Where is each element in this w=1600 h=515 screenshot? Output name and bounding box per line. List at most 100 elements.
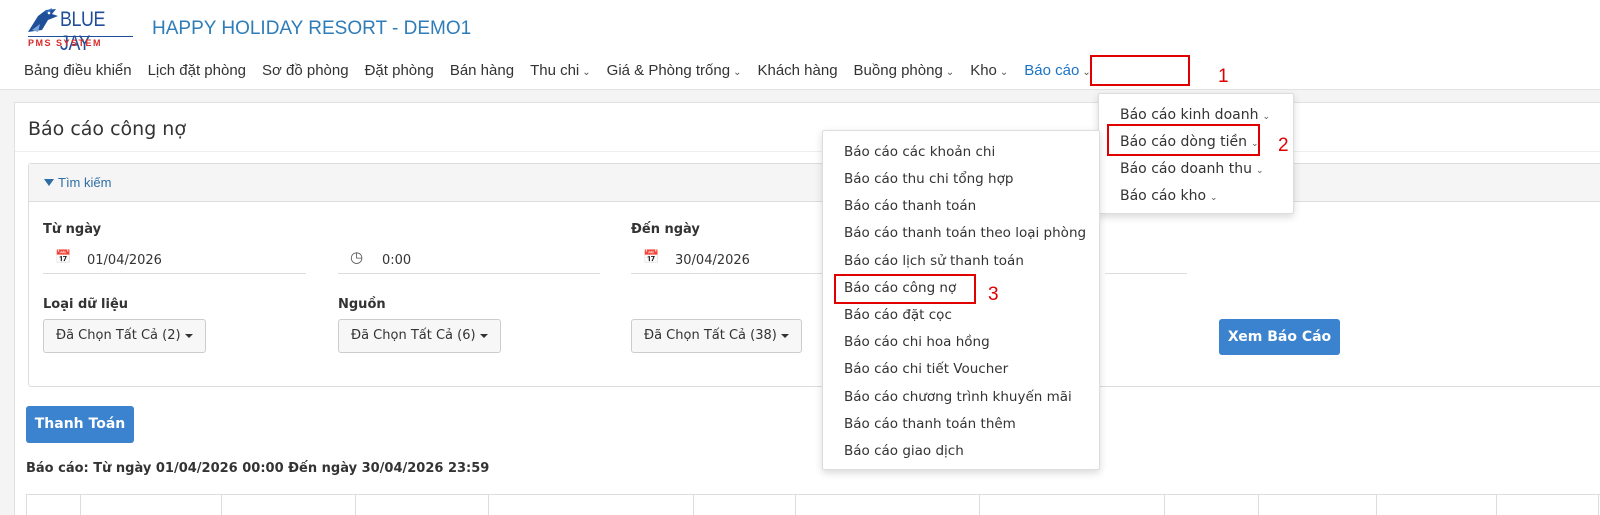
- nav-reservations[interactable]: Đặt phòng: [365, 60, 434, 82]
- top-header: BLUE JAY PMS SYSTEM HAPPY HOLIDAY RESORT…: [0, 0, 1600, 90]
- nav-customers[interactable]: Khách hàng: [757, 60, 837, 82]
- chevron-down-icon: ⌄: [733, 67, 742, 78]
- table-column: [81, 495, 222, 515]
- table-column: [1497, 495, 1599, 515]
- data-type-label: Loại dữ liệu: [43, 297, 129, 312]
- step-number: 3: [988, 284, 999, 305]
- nav-label: Thu chi: [530, 62, 580, 79]
- nav-reports[interactable]: Báo cáo ⌄: [1024, 60, 1090, 82]
- nav-dashboard[interactable]: Bảng điều khiển: [24, 60, 132, 82]
- search-header[interactable]: Tìm kiếm: [29, 164, 1600, 202]
- nav-rates-availability[interactable]: Giá & Phòng trống ⌄: [607, 60, 742, 82]
- logo-subtitle: PMS SYSTEM: [28, 36, 133, 48]
- menu-item-expenses[interactable]: Báo cáo các khoản chi: [844, 144, 995, 160]
- menu-item-transactions[interactable]: Báo cáo giao dịch: [844, 443, 964, 459]
- filter-select[interactable]: Đã Chọn Tất Cả (38): [631, 319, 802, 353]
- nav-income-expense[interactable]: Thu chi ⌄: [530, 60, 591, 82]
- main-nav: Bảng điều khiển Lịch đặt phòng Sơ đồ phò…: [24, 60, 1107, 84]
- logo-text: BLUE JAY: [60, 8, 105, 55]
- nav-sales[interactable]: Bán hàng: [450, 60, 514, 82]
- to-date-label: Đến ngày: [631, 222, 700, 237]
- search-title: Tìm kiếm: [58, 175, 112, 190]
- view-report-button[interactable]: Xem Báo Cáo: [1219, 319, 1340, 355]
- menu-item-commissions[interactable]: Báo cáo chi hoa hồng: [844, 334, 990, 350]
- menu-item-inventory-report[interactable]: Báo cáo kho ⌄: [1120, 188, 1218, 204]
- nav-label: Kho: [970, 62, 997, 79]
- nav-label: Báo cáo: [1024, 62, 1080, 79]
- select-value: Đã Chọn Tất Cả (6): [351, 328, 476, 343]
- to-date-value: 30/04/2026: [675, 253, 750, 268]
- data-type-select[interactable]: Đã Chọn Tất Cả (2): [43, 319, 206, 353]
- from-date-value: 01/04/2026: [87, 253, 162, 268]
- menu-item-label: Báo cáo kho: [1120, 188, 1207, 204]
- table-column: [489, 495, 694, 515]
- caret-down-icon: [479, 333, 488, 338]
- nav-label: Giá & Phòng trống: [606, 62, 731, 79]
- to-time-input[interactable]: [1105, 246, 1187, 274]
- menu-item-promotions[interactable]: Báo cáo chương trình khuyến mãi: [844, 389, 1072, 405]
- report-table-header: [26, 494, 1600, 515]
- from-time-value: 0:00: [382, 253, 412, 268]
- table-column: [1165, 495, 1259, 515]
- clock-icon: ◷: [350, 248, 364, 266]
- chevron-down-icon: ⌄: [1255, 166, 1264, 176]
- table-column: [694, 495, 796, 515]
- filter-icon: [44, 179, 54, 187]
- calendar-icon: 📅: [643, 250, 660, 265]
- nav-label: Khách hàng: [757, 62, 838, 79]
- highlight-box-reports: [1090, 55, 1190, 86]
- highlight-box-debt-report: [834, 274, 976, 304]
- chevron-down-icon: ⌄: [999, 67, 1009, 78]
- nav-room-map[interactable]: Sơ đồ phòng: [262, 60, 349, 82]
- from-date-input[interactable]: 📅 01/04/2026: [43, 246, 306, 274]
- brand-logo[interactable]: BLUE JAY PMS SYSTEM: [26, 6, 138, 55]
- table-column: [27, 495, 81, 515]
- menu-item-extra-payments[interactable]: Báo cáo thanh toán thêm: [844, 416, 1016, 432]
- select-value: Đã Chọn Tất Cả (2): [56, 328, 181, 343]
- nav-inventory[interactable]: Kho ⌄: [970, 60, 1008, 82]
- bird-logo-icon: [28, 8, 58, 32]
- menu-item-income-expense-summary[interactable]: Báo cáo thu chi tổng hợp: [844, 171, 1013, 187]
- divider: [15, 151, 1600, 152]
- to-date-input[interactable]: 📅 30/04/2026: [631, 246, 831, 274]
- report-range-text: Báo cáo: Từ ngày 01/04/2026 00:00 Đến ng…: [26, 461, 490, 476]
- from-time-input[interactable]: ◷ 0:00: [338, 246, 600, 274]
- page-title: Báo cáo công nợ: [28, 118, 186, 140]
- nav-booking-calendar[interactable]: Lịch đặt phòng: [148, 60, 246, 82]
- nav-label: Bảng điều khiển: [24, 62, 132, 79]
- select-value: Đã Chọn Tất Cả (38): [644, 328, 777, 343]
- from-date-label: Từ ngày: [43, 222, 102, 237]
- menu-item-label: Báo cáo doanh thu: [1120, 161, 1252, 177]
- table-column: [796, 495, 980, 515]
- source-select[interactable]: Đã Chọn Tất Cả (6): [338, 319, 501, 353]
- caret-down-icon: [184, 333, 193, 338]
- pay-button[interactable]: Thanh Toán: [26, 406, 134, 443]
- menu-item-revenue-report[interactable]: Báo cáo doanh thu ⌄: [1120, 161, 1264, 177]
- chevron-down-icon: ⌄: [945, 67, 955, 78]
- menu-item-payments[interactable]: Báo cáo thanh toán: [844, 198, 976, 214]
- nav-label: Buồng phòng: [853, 62, 943, 79]
- caret-down-icon: [780, 333, 789, 338]
- highlight-box-cashflow: [1107, 124, 1260, 156]
- hotel-name: HAPPY HOLIDAY RESORT - DEMO1: [152, 18, 472, 39]
- step-number: 1: [1218, 66, 1229, 87]
- nav-label: Bán hàng: [449, 62, 515, 79]
- source-label: Nguồn: [338, 297, 386, 312]
- nav-label: Sơ đồ phòng: [262, 62, 349, 79]
- search-box: Tìm kiếm: [28, 163, 1600, 387]
- table-column: [980, 495, 1165, 515]
- table-column: [222, 495, 356, 515]
- menu-item-payments-by-room-type[interactable]: Báo cáo thanh toán theo loại phòng: [844, 225, 1086, 241]
- menu-item-payment-history[interactable]: Báo cáo lịch sử thanh toán: [844, 253, 1024, 269]
- table-column: [1377, 495, 1497, 515]
- table-column: [1259, 495, 1377, 515]
- nav-label: Lịch đặt phòng: [147, 62, 247, 79]
- menu-item-business-report[interactable]: Báo cáo kinh doanh ⌄: [1120, 107, 1270, 123]
- chevron-down-icon: ⌄: [1210, 193, 1218, 203]
- menu-item-voucher-details[interactable]: Báo cáo chi tiết Voucher: [844, 361, 1008, 377]
- step-number: 2: [1278, 135, 1289, 156]
- menu-item-deposits[interactable]: Báo cáo đặt cọc: [844, 307, 952, 323]
- nav-housekeeping[interactable]: Buồng phòng ⌄: [854, 60, 955, 82]
- table-column: [356, 495, 489, 515]
- report-panel: Báo cáo công nợ Tìm kiếm Từ ngày 📅 01/04…: [14, 102, 1600, 515]
